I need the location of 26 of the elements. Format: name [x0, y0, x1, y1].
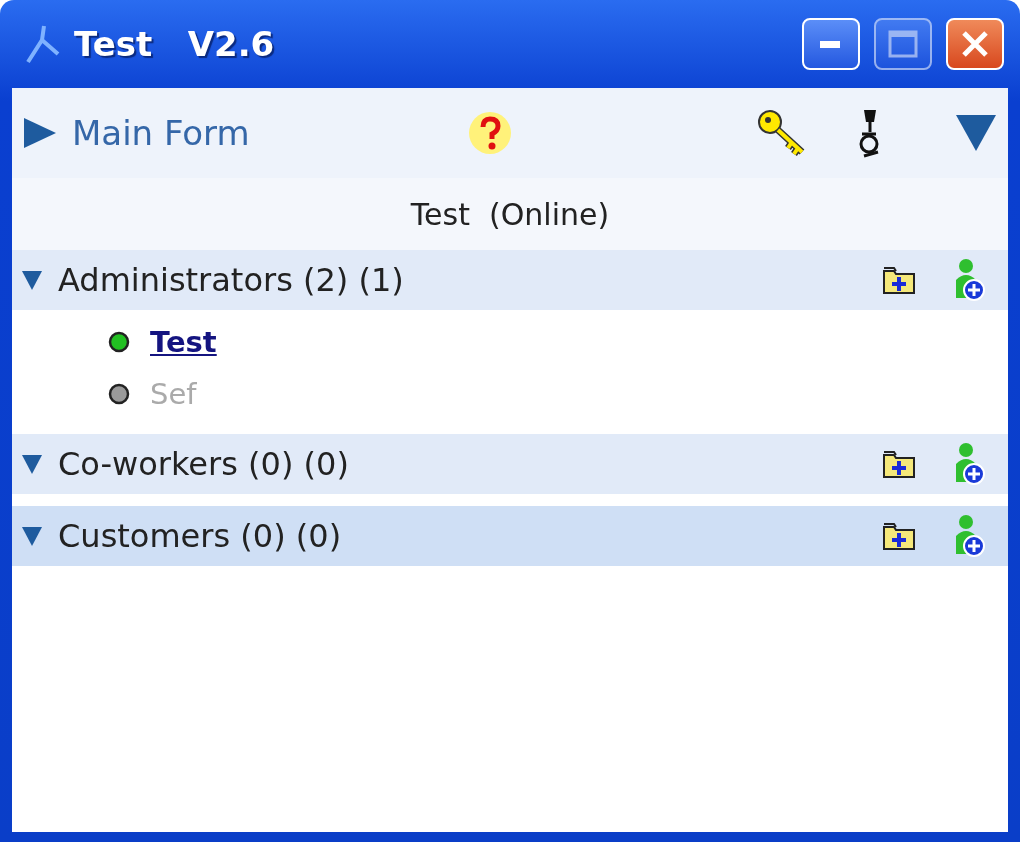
add-folder-icon[interactable] — [882, 521, 916, 551]
minimize-button[interactable] — [802, 18, 860, 70]
group-name: Co-workers (0) (0) — [58, 445, 350, 483]
add-folder-icon[interactable] — [882, 449, 916, 479]
group-header[interactable]: Customers (0) (0) — [12, 506, 1008, 568]
group-name: Customers (0) (0) — [58, 517, 343, 555]
close-icon — [960, 29, 990, 59]
help-icon[interactable] — [467, 110, 513, 156]
add-folder-icon[interactable] — [882, 265, 916, 295]
form-title: Main Form — [72, 113, 250, 153]
window-title: Test V2.6 — [74, 24, 276, 64]
collapse-arrow-icon[interactable] — [20, 524, 44, 548]
collapse-arrow-icon[interactable] — [20, 268, 44, 292]
group-name: Administrators (2) (1) — [58, 261, 405, 299]
collapse-arrow-icon[interactable] — [20, 452, 44, 476]
close-button[interactable] — [946, 18, 1004, 70]
group-header[interactable]: Co-workers (0) (0) — [12, 434, 1008, 496]
group-header[interactable]: Administrators (2) (1) — [12, 250, 1008, 312]
minimize-icon — [820, 39, 842, 49]
contact-name[interactable]: Test — [150, 325, 217, 359]
status-text: Test (Online) — [12, 178, 1008, 250]
app-logo-icon — [24, 24, 60, 64]
play-icon[interactable] — [22, 116, 58, 150]
dropdown-arrow-icon[interactable] — [954, 113, 998, 153]
maximize-icon — [888, 30, 918, 58]
maximize-button[interactable] — [874, 18, 932, 70]
